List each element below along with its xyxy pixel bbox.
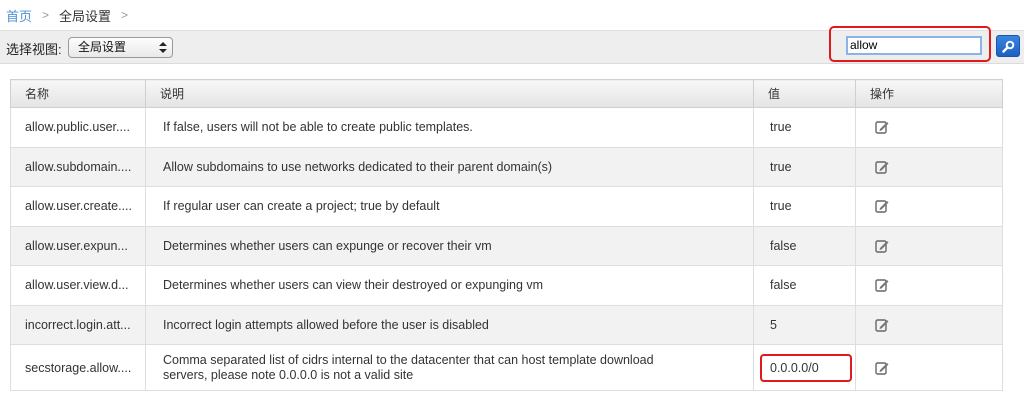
cell-value: 5 bbox=[753, 304, 856, 345]
column-header-value[interactable]: 值 bbox=[753, 79, 856, 108]
select-arrows-icon bbox=[159, 40, 167, 55]
cell-name: allow.user.view.d... bbox=[10, 265, 146, 306]
cell-value: true bbox=[753, 146, 856, 187]
breadcrumb-separator: > bbox=[42, 8, 50, 22]
cell-description: Determines whether users can expunge or … bbox=[145, 225, 754, 266]
cell-name: allow.public.user.... bbox=[10, 107, 146, 148]
cell-description-line: Comma separated list of cidrs internal t… bbox=[163, 352, 654, 367]
cell-description: Incorrect login attempts allowed before … bbox=[145, 304, 754, 345]
cell-actions bbox=[855, 186, 1003, 227]
cell-value: 0.0.0.0/0 bbox=[753, 344, 856, 391]
column-header-description[interactable]: 说明 bbox=[145, 79, 754, 108]
cell-description: Allow subdomains to use networks dedicat… bbox=[145, 146, 754, 187]
edit-icon[interactable] bbox=[874, 317, 890, 333]
table-row[interactable]: allow.user.create.... If regular user ca… bbox=[10, 186, 1003, 227]
table-row[interactable]: allow.user.expun... Determines whether u… bbox=[10, 225, 1003, 266]
cell-actions bbox=[855, 265, 1003, 306]
search-button[interactable] bbox=[996, 35, 1020, 57]
cell-actions bbox=[855, 225, 1003, 266]
cell-description: If false, users will not be able to crea… bbox=[145, 107, 754, 148]
edit-icon[interactable] bbox=[874, 238, 890, 254]
view-select[interactable]: 全局设置 bbox=[68, 37, 173, 58]
table-row[interactable]: secstorage.allow.... Comma separated lis… bbox=[10, 344, 1003, 391]
cell-value: false bbox=[753, 225, 856, 266]
cell-name: incorrect.login.att... bbox=[10, 304, 146, 345]
settings-table-container: 名称 说明 值 操作 allow.public.user.... If fals… bbox=[10, 79, 1003, 391]
cell-value-text: 0.0.0.0/0 bbox=[770, 360, 819, 375]
cell-value: false bbox=[753, 265, 856, 306]
breadcrumb-current: 全局设置 bbox=[59, 8, 112, 24]
cell-name: allow.user.create.... bbox=[10, 186, 146, 227]
breadcrumb-separator-trailing: > bbox=[121, 8, 129, 22]
view-select-label: 选择视图: bbox=[6, 42, 62, 57]
cell-actions bbox=[855, 304, 1003, 345]
cell-value: true bbox=[753, 186, 856, 227]
column-header-actions: 操作 bbox=[855, 79, 1003, 108]
column-header-name[interactable]: 名称 bbox=[10, 79, 146, 108]
edit-icon[interactable] bbox=[874, 360, 890, 376]
table-row[interactable]: incorrect.login.att... Incorrect login a… bbox=[10, 304, 1003, 345]
cell-actions bbox=[855, 107, 1003, 148]
cell-name: allow.user.expun... bbox=[10, 225, 146, 266]
edit-icon[interactable] bbox=[874, 159, 890, 175]
search-input[interactable]: allow bbox=[846, 36, 982, 55]
cell-actions bbox=[855, 344, 1003, 391]
search-icon bbox=[1002, 40, 1015, 53]
edit-icon[interactable] bbox=[874, 119, 890, 135]
cell-description: Comma separated list of cidrs internal t… bbox=[145, 344, 754, 391]
table-header-row: 名称 说明 值 操作 bbox=[10, 79, 1003, 108]
settings-table: 名称 说明 值 操作 allow.public.user.... If fals… bbox=[10, 79, 1003, 391]
cell-name: secstorage.allow.... bbox=[10, 344, 146, 391]
cell-description: Determines whether users can view their … bbox=[145, 265, 754, 306]
cell-name: allow.subdomain.... bbox=[10, 146, 146, 187]
view-select-value: 全局设置 bbox=[78, 40, 127, 54]
edit-icon[interactable] bbox=[874, 277, 890, 293]
edit-icon[interactable] bbox=[874, 198, 890, 214]
cell-description: If regular user can create a project; tr… bbox=[145, 186, 754, 227]
cell-value: true bbox=[753, 107, 856, 148]
cell-actions bbox=[855, 146, 1003, 187]
table-row[interactable]: allow.user.view.d... Determines whether … bbox=[10, 265, 1003, 306]
table-row[interactable]: allow.subdomain.... Allow subdomains to … bbox=[10, 146, 1003, 187]
cell-description-line: servers, please note 0.0.0.0 is not a va… bbox=[163, 367, 414, 382]
table-row[interactable]: allow.public.user.... If false, users wi… bbox=[10, 107, 1003, 148]
breadcrumb-home-link[interactable]: 首页 bbox=[6, 6, 32, 25]
